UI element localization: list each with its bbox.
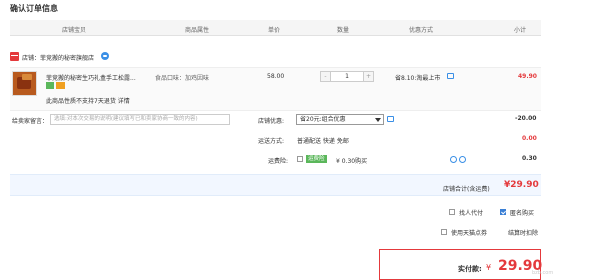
store-total-label: 店铺合计(含运费) xyxy=(443,186,490,193)
watermark: bzb.com xyxy=(532,270,554,276)
header-attr: 商品属性 xyxy=(185,27,210,34)
chevron-down-icon xyxy=(375,118,381,122)
shop-name-link[interactable]: 菲竞搬的秘密旗舰店 xyxy=(40,55,94,62)
item-promo: 省8.10:淘最上市 xyxy=(395,75,441,82)
item-subtotal: 49.90 xyxy=(518,73,537,80)
store-total-value: ¥29.90 xyxy=(504,180,539,190)
chat-icon[interactable] xyxy=(101,52,109,60)
insurance-checkbox[interactable] xyxy=(297,156,303,162)
qty-input[interactable]: 1 xyxy=(332,72,362,81)
insurance-label: 运费险: xyxy=(268,158,289,165)
help-icon[interactable] xyxy=(459,156,466,163)
message-label: 给卖家留言： xyxy=(12,118,49,125)
header-promo: 优惠方式 xyxy=(409,27,434,34)
shop-prefix: 店铺： xyxy=(22,55,41,62)
message-input[interactable]: 选填:对本次交易的说明(建议填写已和卖家协商一致的内容) xyxy=(50,114,230,125)
payment-box: 实付款: ¥ 29.90 xyxy=(379,249,542,280)
promo-info-icon[interactable] xyxy=(447,73,454,79)
table-header: 店铺宝贝 商品属性 单价 数量 优惠方式 小计 xyxy=(10,20,541,36)
credit-badge-icon[interactable] xyxy=(56,82,65,89)
header-item: 店铺宝贝 xyxy=(62,27,87,34)
shop-label: 店铺：菲竞搬的秘密旗舰店 xyxy=(22,53,94,62)
product-thumbnail[interactable] xyxy=(12,71,37,96)
points-label[interactable]: 使用天猫点券 xyxy=(451,228,487,237)
info-icon[interactable] xyxy=(450,156,457,163)
unit-price: 58.00 xyxy=(267,73,285,80)
payment-currency: ¥ xyxy=(486,263,492,272)
coupon-select[interactable]: 省20元:组合优惠 xyxy=(296,114,384,125)
quantity-stepper[interactable]: - 1 + xyxy=(320,71,374,82)
payment-label: 实付款: xyxy=(458,265,482,273)
shipping-detail: 普通配送 快递 免邮 xyxy=(297,138,349,145)
header-subtotal: 小计 xyxy=(514,27,527,34)
insurance-price: ¥ 0.30购买 xyxy=(336,158,368,165)
header-qty: 数量 xyxy=(337,27,350,34)
product-name-link[interactable]: 菲竞搬的秘密生巧礼盒手工松露... xyxy=(46,73,149,82)
deduct-note: 结算时扣除 xyxy=(508,230,539,237)
page-title: 确认订单信息 xyxy=(10,4,58,13)
coupon-label: 店铺优惠: xyxy=(258,118,285,125)
insurance-icons xyxy=(450,156,468,165)
shipping-amount: 0.00 xyxy=(522,135,537,142)
coupon-selected-value: 省20元:组合优惠 xyxy=(300,116,346,123)
insurance-amount: 0.30 xyxy=(522,155,537,162)
daifu-label[interactable]: 找人代付 xyxy=(459,208,483,217)
daifu-checkbox[interactable] xyxy=(449,209,455,215)
coupon-info-icon[interactable] xyxy=(387,116,394,122)
coupon-amount: -20.00 xyxy=(515,115,537,122)
anonymous-label[interactable]: 匿名购买 xyxy=(510,208,534,217)
qty-minus-button[interactable]: - xyxy=(321,72,331,81)
store-total-bar: 店铺合计(含运费) ¥29.90 xyxy=(10,174,541,196)
qty-plus-button[interactable]: + xyxy=(363,72,373,81)
header-price: 单价 xyxy=(268,27,281,34)
no-return-notice[interactable]: 此商品性质不支持7天退货 详情 xyxy=(46,96,130,105)
guarantee-badge-icon[interactable] xyxy=(46,82,54,89)
points-checkbox[interactable] xyxy=(441,229,447,235)
shop-icon xyxy=(10,52,19,61)
insurance-tag: 运费险 xyxy=(306,155,327,163)
service-badges xyxy=(46,82,67,89)
order-item-row: 菲竞搬的秘密生巧礼盒手工松露... 食品口味：加鸡因味 此商品性质不支持7天退货… xyxy=(10,67,541,111)
shop-bar: 店铺：菲竞搬的秘密旗舰店 xyxy=(10,51,541,66)
product-attribute: 食品口味：加鸡因味 xyxy=(155,75,210,82)
anonymous-checkbox[interactable] xyxy=(500,209,506,215)
shipping-label: 运送方式: xyxy=(258,138,285,145)
